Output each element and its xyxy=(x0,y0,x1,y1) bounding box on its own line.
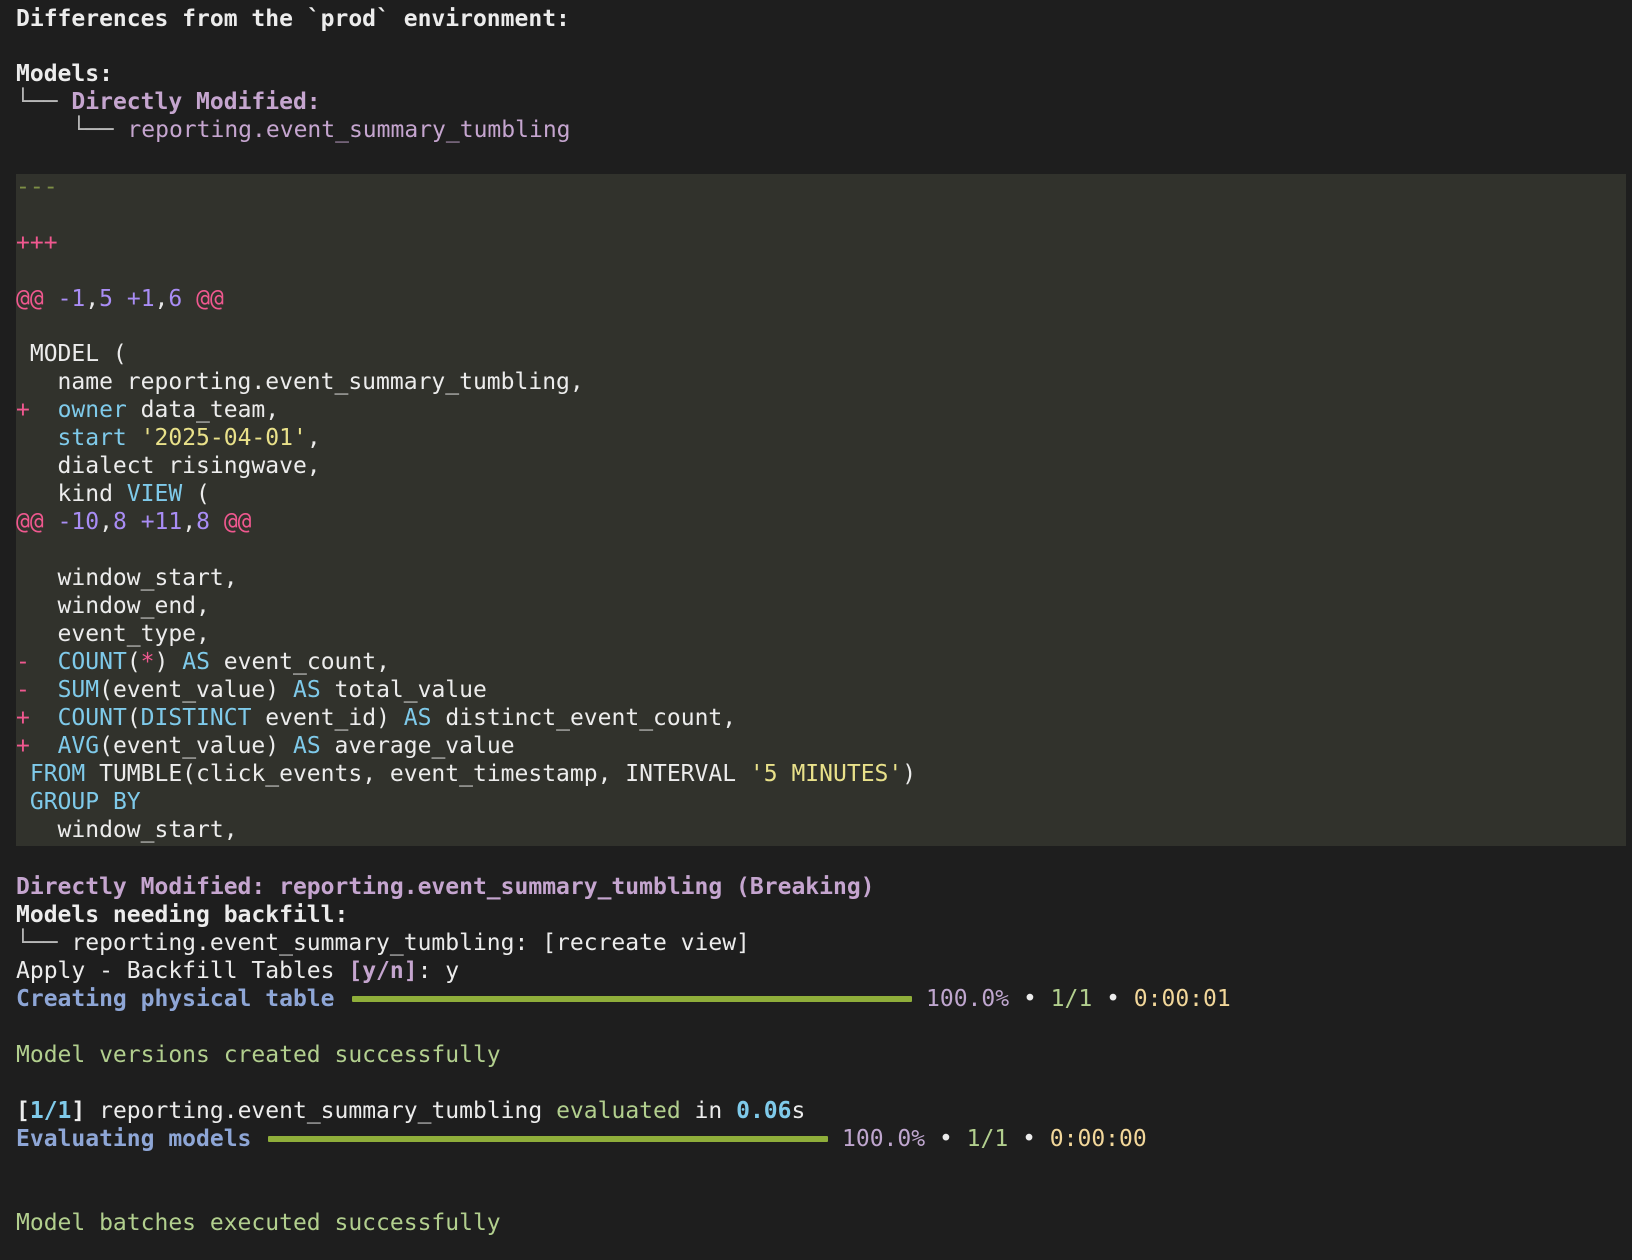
diff-plus-header: +++ xyxy=(16,230,58,256)
diff-hunk-header: @@ -10,8 +11,8 @@ xyxy=(16,509,252,535)
tree-branch-icon: └── xyxy=(16,89,58,115)
diff-line: GROUP BY xyxy=(29,789,141,815)
progress-bar xyxy=(352,996,912,1002)
diff-line: event_type, xyxy=(16,621,210,647)
diff-line: window_end, xyxy=(16,593,210,619)
diff-line: start '2025-04-01', xyxy=(57,425,321,451)
directly-modified-summary: Directly Modified: reporting.event_summa… xyxy=(16,874,875,900)
diff-line: dialect risingwave, xyxy=(16,453,321,479)
diff-line: window_start, xyxy=(16,565,238,591)
status-message: Model versions created successfully xyxy=(16,1042,501,1068)
models-needing-backfill-label: Models needing backfill: xyxy=(16,902,349,928)
diff-added-line: + owner data_team, xyxy=(16,397,280,423)
modified-model-name: reporting.event_summary_tumbling xyxy=(127,117,571,143)
progress-stats: 100.0% • 1/1 • 0:00:00 xyxy=(842,1126,1147,1152)
diff-added-line: + COUNT(DISTINCT event_id) AS distinct_e… xyxy=(16,705,737,731)
models-label: Models: xyxy=(16,61,113,87)
backfill-item: └── reporting.event_summary_tumbling: [r… xyxy=(16,930,750,956)
diff-line: FROM TUMBLE(click_events, event_timestam… xyxy=(29,761,917,787)
evaluation-result: [1/1] reporting.event_summary_tumbling e… xyxy=(16,1098,806,1124)
progress-bar xyxy=(268,1136,828,1142)
diff-title: Differences from the `prod` environment: xyxy=(16,6,570,32)
tree-branch-icon: └── xyxy=(72,117,114,143)
diff-minus-header: --- xyxy=(16,174,58,200)
progress-label: Evaluating models xyxy=(16,1126,252,1152)
progress-label: Creating physical table xyxy=(16,986,335,1012)
progress-stats: 100.0% • 1/1 • 0:00:01 xyxy=(926,986,1231,1012)
apply-prompt[interactable]: Apply - Backfill Tables [y/n]: y xyxy=(16,957,459,985)
diff-removed-line: - SUM(event_value) AS total_value xyxy=(16,677,487,703)
directly-modified-tree-row: └── Directly Modified: xyxy=(16,88,321,116)
directly-modified-label: Directly Modified: xyxy=(71,89,321,115)
diff-line: name reporting.event_summary_tumbling, xyxy=(16,369,584,395)
diff-line: kind VIEW ( xyxy=(16,481,210,507)
diff-hunk-header: @@ -1,5 +1,6 @@ xyxy=(16,286,224,312)
modified-model-tree-row: └── reporting.event_summary_tumbling xyxy=(72,116,571,144)
diff-removed-line: - COUNT(*) AS event_count, xyxy=(16,649,390,675)
status-message: Model batches executed successfully xyxy=(16,1210,501,1236)
tree-branch-icon: └── xyxy=(16,930,58,956)
diff-line: MODEL ( xyxy=(16,341,127,367)
diff-line: window_start, xyxy=(16,817,238,843)
diff-added-line: + AVG(event_value) AS average_value xyxy=(16,733,515,759)
